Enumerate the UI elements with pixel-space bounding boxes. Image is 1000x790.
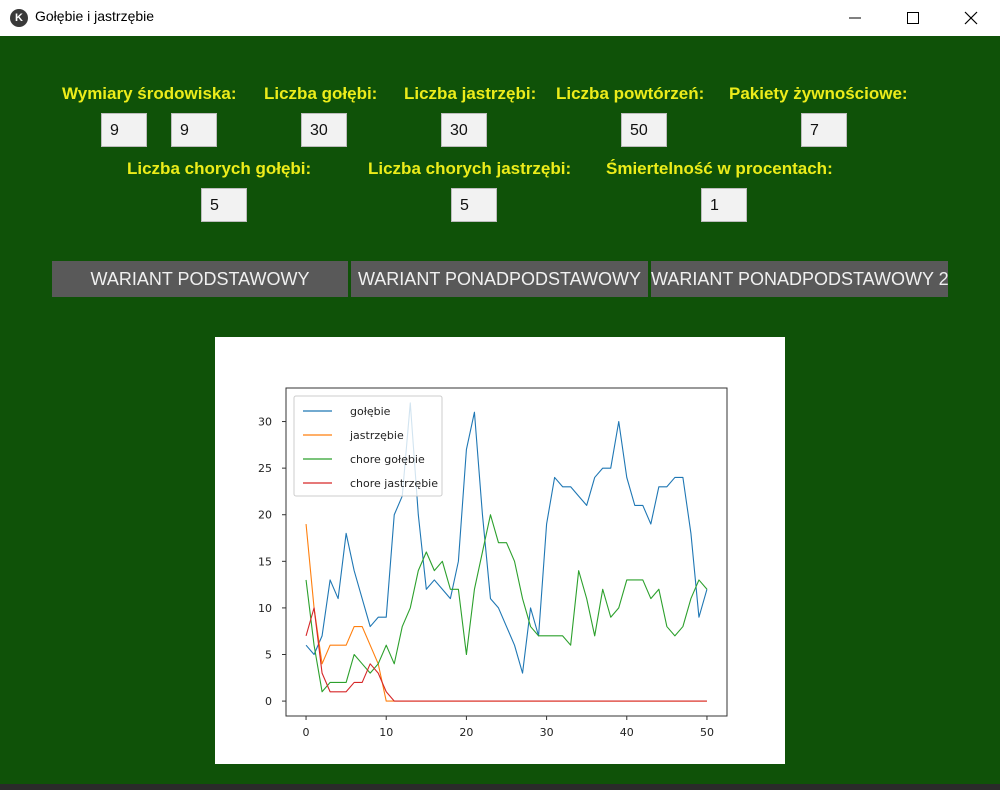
- dimension-y-input[interactable]: 9: [171, 113, 217, 147]
- y-tick-label: 15: [258, 555, 272, 568]
- sick-hawks-label: Liczba chorych jastrzębi:: [368, 159, 572, 178]
- sick-hawks-input[interactable]: 5: [451, 188, 497, 222]
- population-chart: 0 10 20 30 40 50 0 5 10 15 20 25 30 gołębie jastrzęb…: [215, 337, 785, 764]
- hawks-count-input[interactable]: 30: [441, 113, 487, 147]
- legend-label-chore-jastrzebie: chore jastrzębie: [350, 477, 438, 490]
- food-packets-input[interactable]: 7: [801, 113, 847, 147]
- sick-doves-input[interactable]: 5: [201, 188, 247, 222]
- y-tick-label: 30: [258, 416, 272, 429]
- title-bar: K Gołębie i jastrzębie: [0, 0, 1000, 36]
- bottom-edge: [0, 784, 1000, 790]
- series-line-chore-gołębie: [305, 514, 708, 693]
- repetitions-input[interactable]: 50: [621, 113, 667, 147]
- maximize-icon: [907, 12, 919, 24]
- minimize-button[interactable]: [826, 0, 884, 36]
- y-tick-label: 10: [258, 602, 272, 615]
- x-tick-label: 40: [620, 726, 634, 739]
- x-tick-label: 20: [459, 726, 473, 739]
- basic-variant-button[interactable]: WARIANT PODSTAWOWY: [52, 261, 348, 297]
- chart-svg: 0 10 20 30 40 50 0 5 10 15 20 25 30 gołębie jastrzęb…: [258, 387, 728, 739]
- dimensions-label: Wymiary środowiska:: [62, 84, 237, 103]
- advanced-variant-2-button[interactable]: WARIANT PONADPODSTAWOWY 2: [651, 261, 948, 297]
- food-packets-label: Pakiety żywnościowe:: [729, 84, 908, 103]
- legend: gołębie jastrzębie chore gołębie chore j…: [293, 395, 443, 497]
- close-button[interactable]: [942, 0, 1000, 36]
- mortality-label: Śmiertelność w procentach:: [606, 159, 833, 178]
- legend-label-chore-golebie: chore gołębie: [350, 453, 425, 466]
- minimize-icon: [849, 17, 861, 19]
- maximize-button[interactable]: [884, 0, 942, 36]
- x-tick-label: 0: [303, 726, 310, 739]
- dimension-x-input[interactable]: 9: [101, 113, 147, 147]
- x-tick-label: 50: [700, 726, 714, 739]
- close-icon: [964, 11, 978, 25]
- doves-count-label: Liczba gołębi:: [264, 84, 378, 103]
- legend-label-jastrzebie: jastrzębie: [349, 429, 404, 442]
- y-tick-label: 0: [265, 695, 272, 708]
- y-tick-label: 20: [258, 509, 272, 522]
- mortality-input[interactable]: 1: [701, 188, 747, 222]
- kivy-icon: K: [10, 9, 28, 27]
- series-line-chore-jastrzębie: [305, 607, 707, 702]
- y-tick-label: 25: [258, 462, 272, 475]
- sick-doves-label: Liczba chorych gołębi:: [127, 159, 312, 178]
- hawks-count-label: Liczba jastrzębi:: [404, 84, 537, 103]
- x-tick-label: 30: [540, 726, 554, 739]
- window-title: Gołębie i jastrzębie: [35, 8, 155, 24]
- y-tick-label: 5: [265, 649, 272, 662]
- advanced-variant-button[interactable]: WARIANT PONADPODSTAWOWY: [351, 261, 648, 297]
- repetitions-label: Liczba powtórzeń:: [556, 84, 705, 103]
- legend-label-golebie: gołębie: [350, 405, 391, 418]
- doves-count-input[interactable]: 30: [301, 113, 347, 147]
- x-tick-label: 10: [379, 726, 393, 739]
